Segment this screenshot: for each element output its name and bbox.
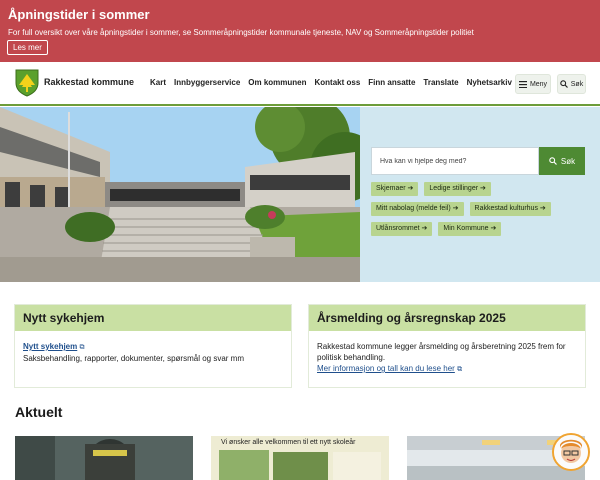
hamburger-icon [518, 80, 527, 88]
header-search-label: Søk [570, 80, 584, 88]
search-icon [549, 157, 557, 165]
card-body: Rakkestad kommune legger årsmelding og å… [309, 331, 585, 383]
news-section-title: Aktuelt [15, 404, 63, 420]
news-image [15, 436, 193, 480]
news-caption: Vi ønsker alle velkommen til ett nytt sk… [221, 439, 356, 446]
search-panel: Søk Skjemaer ➔ Ledige stillinger ➔ Mitt … [360, 107, 600, 282]
header-search-button[interactable]: Søk [557, 74, 586, 94]
quick-link-ledige-stillinger[interactable]: Ledige stillinger ➔ [424, 182, 491, 196]
arrow-right-icon: ➔ [452, 205, 459, 212]
arrow-right-icon: ➔ [480, 185, 486, 192]
quick-link-label: Utlånsrommet [376, 225, 420, 232]
site-header: Rakkestad kommune Kart Innbyggerservice … [0, 62, 600, 106]
quick-link-mitt-nabolag[interactable]: Mitt nabolag (melde feil) ➔ [371, 202, 464, 216]
quick-link-label: Ledige stillinger [429, 185, 479, 192]
nav-kontakt-oss[interactable]: Kontakt oss [315, 78, 361, 87]
chat-assistant-avatar[interactable] [552, 433, 590, 471]
arrow-right-icon: ➔ [539, 205, 546, 212]
quick-link-min-kommune[interactable]: Min Kommune ➔ [438, 222, 502, 236]
card-arsmelding: Årsmelding og årsregnskap 2025 Rakkestad… [308, 304, 586, 388]
coat-of-arms-logo[interactable] [15, 69, 39, 97]
arrow-right-icon: ➔ [407, 185, 414, 192]
card-title: Årsmelding og årsregnskap 2025 [309, 305, 585, 331]
hero-section: Søk Skjemaer ➔ Ledige stillinger ➔ Mitt … [0, 107, 600, 282]
read-more-button[interactable]: Les mer [7, 40, 48, 55]
quick-link-skjemaer[interactable]: Skjemaer ➔ [371, 182, 419, 196]
card-text: Rakkestad kommune legger årsmelding og å… [317, 342, 566, 362]
nav-om-kommunen[interactable]: Om kommunen [248, 78, 306, 87]
quick-link-label: Min Kommune [443, 225, 489, 232]
card-text: Saksbehandling, rapporter, dokumenter, s… [23, 354, 244, 363]
quick-link-label: Rakkestad kulturhus [474, 205, 538, 212]
alert-banner: Åpningstider i sommer For full oversikt … [0, 0, 600, 62]
news-item[interactable] [15, 436, 193, 480]
card-body: Nytt sykehjem ⧉ Saksbehandling, rapporte… [15, 331, 291, 372]
arrow-right-icon: ➔ [421, 225, 428, 232]
nav-translate[interactable]: Translate [423, 78, 458, 87]
quick-links: Skjemaer ➔ Ledige stillinger ➔ Mitt nabo… [371, 182, 593, 242]
external-link-icon: ⧉ [457, 366, 463, 373]
main-nav: Kart Innbyggerservice Om kommunen Kontak… [150, 78, 520, 87]
search-icon [560, 80, 568, 88]
search-submit-label: Søk [560, 156, 576, 166]
quick-link-kulturhus[interactable]: Rakkestad kulturhus ➔ [469, 202, 551, 216]
nav-kart[interactable]: Kart [150, 78, 166, 87]
nav-innbyggerservice[interactable]: Innbyggerservice [174, 78, 240, 87]
card-link[interactable]: Mer informasjon og tall kan du lese her [317, 364, 455, 373]
external-link-icon: ⧉ [79, 344, 85, 351]
quick-link-label: Mitt nabolag (melde feil) [376, 205, 451, 212]
news-item[interactable]: Vi ønsker alle velkommen til ett nytt sk… [211, 436, 389, 480]
alert-text: For full oversikt over våre åpningstider… [8, 28, 474, 37]
assistant-face-icon [554, 435, 588, 469]
search-input[interactable] [371, 147, 539, 175]
card-nytt-sykehjem: Nytt sykehjem Nytt sykehjem ⧉ Saksbehand… [14, 304, 292, 388]
arrow-right-icon: ➔ [490, 225, 497, 232]
menu-label: Meny [529, 80, 548, 88]
card-title: Nytt sykehjem [15, 305, 291, 331]
brand-name[interactable]: Rakkestad kommune [44, 77, 134, 87]
quick-link-label: Skjemaer [376, 185, 406, 192]
nav-finn-ansatte[interactable]: Finn ansatte [368, 78, 415, 87]
search-submit-button[interactable]: Søk [539, 147, 585, 175]
menu-button[interactable]: Meny [515, 74, 551, 94]
card-link[interactable]: Nytt sykehjem [23, 342, 77, 351]
nav-nyhetsarkiv[interactable]: Nyhetsarkiv [467, 78, 512, 87]
town-hall-photo [0, 107, 360, 282]
alert-title: Åpningstider i sommer [8, 7, 150, 22]
quick-link-utlansrommet[interactable]: Utlånsrommet ➔ [371, 222, 433, 236]
